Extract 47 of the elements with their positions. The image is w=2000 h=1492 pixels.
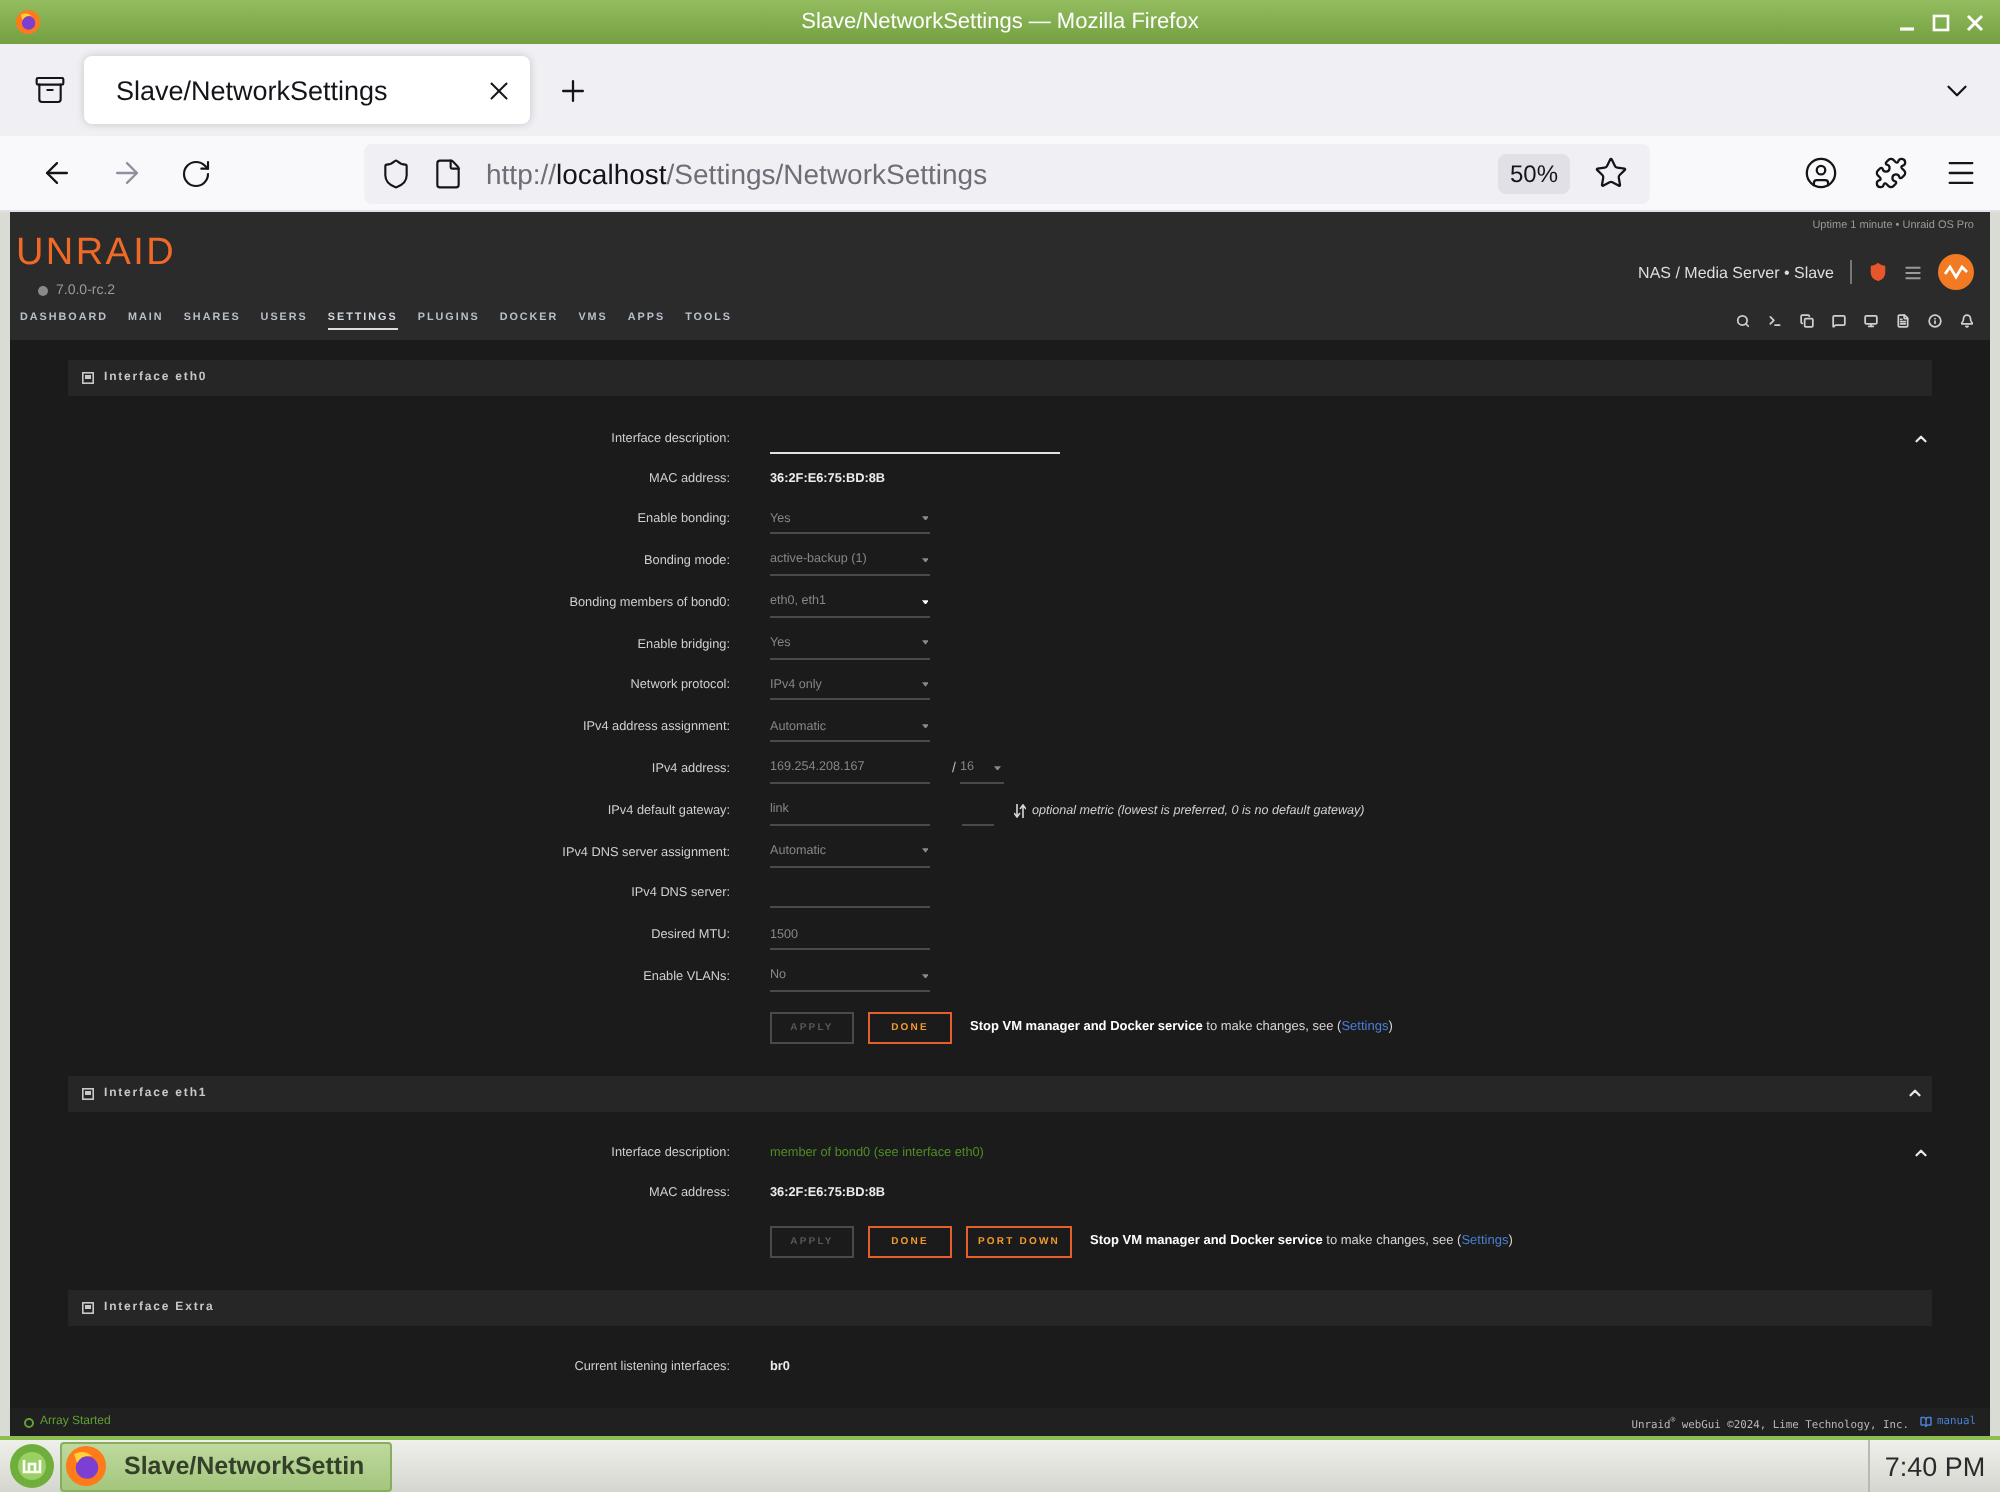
box-icon[interactable]: [34, 74, 66, 106]
caret-icon: [921, 557, 928, 563]
info-icon[interactable]: [1928, 313, 1942, 327]
page-icon[interactable]: [432, 157, 464, 189]
panel-icon: [82, 1087, 94, 1100]
reload-icon[interactable]: [180, 157, 212, 189]
window-title: Slave/NetworkSettings — Mozilla Firefox: [801, 10, 1199, 34]
caret-icon: [994, 765, 1002, 771]
copy-icon[interactable]: [1800, 313, 1814, 327]
panel-icon: [82, 1301, 94, 1314]
browser-tab[interactable]: Slave/NetworkSettings: [84, 56, 530, 124]
browser-logo-icon: [66, 1446, 106, 1486]
caret-icon: [921, 973, 928, 979]
chat-icon[interactable]: [1832, 313, 1846, 327]
wave-logo-icon[interactable]: [1938, 254, 1974, 290]
caret-icon: [921, 640, 928, 646]
taskbar-button[interactable]: Slave/NetworkSettin: [60, 1441, 392, 1491]
document-icon[interactable]: [1896, 313, 1910, 327]
bell-icon[interactable]: [1960, 313, 1974, 327]
monitor-icon[interactable]: [1864, 313, 1878, 327]
caret-icon: [921, 848, 928, 854]
list-icon[interactable]: [1904, 263, 1922, 281]
puzzle-icon[interactable]: [1873, 156, 1907, 190]
caret-icon: [921, 599, 928, 605]
menu-icon[interactable]: [1943, 156, 1977, 190]
start-menu-icon[interactable]: [10, 1444, 54, 1488]
clock-text: 7:40 PM: [1868, 1440, 2000, 1492]
maximize-icon[interactable]: [1932, 13, 1950, 31]
caret-icon: [921, 682, 928, 688]
terminal-icon[interactable]: [1768, 313, 1782, 327]
browser-logo-icon: [16, 10, 40, 34]
server-name-text: NAS / Media Server • Slave: [1638, 263, 1834, 281]
logo-text[interactable]: UNRAID: [16, 236, 177, 272]
url-text[interactable]: http://localhost/Settings/NetworkSettings: [486, 157, 988, 189]
status-dot-icon: [24, 1417, 34, 1427]
search-icon[interactable]: [1736, 313, 1750, 327]
address-bar[interactable]: http://localhost/Settings/NetworkSettings 50%: [364, 143, 1650, 203]
account-icon[interactable]: [1803, 156, 1837, 190]
zoom-button[interactable]: 50%: [1497, 153, 1570, 193]
caret-icon: [921, 723, 928, 729]
caret-icon: [921, 515, 928, 521]
dot-icon: [38, 286, 48, 296]
panel-icon: [82, 372, 94, 384]
sort-arrows-icon: [1014, 803, 1026, 818]
shield-icon[interactable]: [380, 157, 412, 189]
book-icon[interactable]: [1919, 1415, 1932, 1428]
star-icon[interactable]: [1594, 156, 1628, 190]
